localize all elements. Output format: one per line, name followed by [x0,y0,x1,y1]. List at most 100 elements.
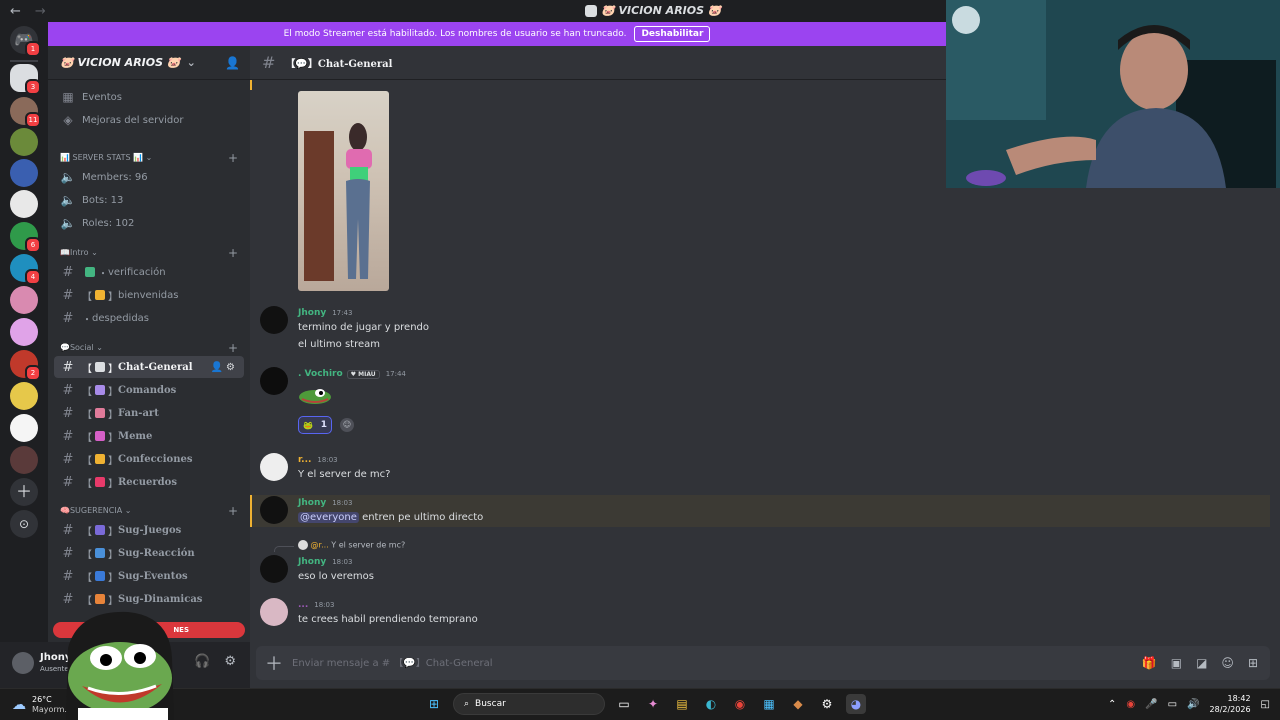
server-badge: 6 [25,237,41,253]
message-author[interactable]: r... 18:03 [298,455,338,465]
avatar[interactable] [260,367,288,395]
notifications-icon[interactable]: ◱ [1261,699,1270,710]
avatar[interactable] [260,453,288,481]
voice-channel-members[interactable]: 🔈 Members: 96 [54,166,244,188]
channel-meme[interactable]: # 【】 Meme [54,425,244,447]
server-icon[interactable]: 6 [10,222,41,253]
store-icon[interactable]: ▦ [759,694,779,714]
task-view-icon[interactable]: ▭ [614,694,634,714]
category-sugerencia[interactable]: 🧠SUGERENCIA ⌄ + [60,504,244,518]
channel-sug-juegos[interactable]: # 【】 Sug-Juegos [54,519,244,541]
message-author[interactable]: Jhony 18:03 [298,557,352,567]
message-author[interactable]: Jhony 18:03 [298,498,352,508]
chrome-icon[interactable]: ◉ [730,694,750,714]
add-reaction-icon[interactable]: ☺ [340,418,354,432]
add-channel-icon[interactable]: + [228,504,238,518]
message-author[interactable]: Jhony 17:43 [298,308,352,318]
channel-despedidas[interactable]: # ・ despedidas [54,307,244,329]
window-title: 🐷 VICION ARIOS 🐷 [585,4,722,17]
image-attachment[interactable] [298,91,389,291]
direct-messages-icon[interactable]: 🎮 1 [10,26,41,57]
channel-recuerdos[interactable]: # 【】 Recuerdos [54,471,244,493]
server-icon[interactable] [10,159,38,187]
message-composer: ＋ 🎁 ▣ ◪ ☺ ⊞ [256,646,1270,680]
invite-people-icon[interactable]: 👤 [225,56,240,70]
sidebar-item-boosts[interactable]: ◈ Mejoras del servidor [54,109,244,131]
invite-icon[interactable]: 👤 [211,362,226,373]
microphone-icon[interactable]: 🎤 [1145,699,1157,710]
server-icon[interactable] [10,128,38,156]
gif-icon[interactable]: ▣ [1171,656,1182,670]
category-server-stats[interactable]: 📊 SERVER STATS 📊 ⌄ + [60,151,244,165]
add-channel-icon[interactable]: + [228,341,238,355]
channel-sug-eventos[interactable]: # 【】 Sug-Eventos [54,565,244,587]
message-author[interactable]: . Vochiro ♥ MIAU 17:44 [298,369,406,379]
pepe-sticker [298,385,332,405]
apps-icon[interactable]: ⊞ [1248,656,1258,670]
message-author[interactable]: ... 18:03 [298,600,334,610]
display-icon[interactable]: ▭ [1168,699,1177,710]
taskbar-search[interactable]: ⌕ Buscar [453,693,605,715]
message-input[interactable] [292,657,1142,669]
category-social[interactable]: 💬Social ⌄ + [60,341,244,355]
server-icon[interactable]: 11 [10,97,41,128]
forward-arrow-icon[interactable]: → [35,4,46,19]
server-icon[interactable] [10,286,38,314]
gift-icon[interactable]: 🎁 [1142,656,1157,670]
speaker-icon: 🔈 [60,216,76,230]
headphones-icon[interactable]: 🎧 [194,654,210,669]
chevron-up-icon[interactable]: ⌃ [1108,699,1116,710]
voice-channel-bots[interactable]: 🔈 Bots: 13 [54,189,244,211]
windows-start-icon[interactable]: ⊞ [424,694,444,714]
voice-channel-roles[interactable]: 🔈 Roles: 102 [54,212,244,234]
add-channel-icon[interactable]: + [228,151,238,165]
discord-taskbar-icon[interactable]: ◕ [846,694,866,714]
server-icon[interactable] [10,382,38,410]
emoji-picker-icon[interactable]: ☺ [1221,656,1234,670]
edge-icon[interactable]: ◐ [701,694,721,714]
disable-streamer-button[interactable]: Deshabilitar [634,26,711,42]
add-channel-icon[interactable]: + [228,246,238,260]
add-server-icon[interactable]: ＋ [10,478,38,506]
add-attachment-icon[interactable]: ＋ [256,650,292,676]
avatar[interactable] [260,496,288,524]
app-icon[interactable]: ◆ [788,694,808,714]
hash-icon: # [62,287,74,303]
avatar[interactable] [12,652,34,674]
server-icon[interactable] [10,414,38,442]
channel-sug-dinamicas[interactable]: # 【】 Sug-Dinamicas [54,588,244,610]
avatar[interactable] [260,598,288,626]
channel-sug-reaccion[interactable]: # 【】 Sug-Reacción [54,542,244,564]
gear-icon[interactable]: ⚙ [224,654,236,669]
channel-verificacion[interactable]: # ・ verificación [54,261,244,283]
server-icon-vicionarios[interactable]: 3 [10,64,41,95]
emoji-icon [95,454,105,464]
gear-icon[interactable]: ⚙ [226,362,238,373]
category-intro[interactable]: 📖Intro ⌄ + [60,246,244,260]
server-icon[interactable] [10,190,38,218]
clock[interactable]: 18:42 28/2/2026 [1210,693,1251,715]
channel-bienvenidas[interactable]: # 【】 bienvenidas [54,284,244,306]
volume-icon[interactable]: 🔊 [1187,699,1199,710]
sticker-icon[interactable]: ◪ [1196,656,1207,670]
server-icon[interactable] [10,446,38,474]
avatar[interactable] [260,555,288,583]
channel-fan-art[interactable]: # 【】 Fan-art [54,402,244,424]
server-icon[interactable] [10,318,38,346]
channel-confecciones[interactable]: # 【】 Confecciones [54,448,244,470]
server-icon[interactable]: 2 [10,350,41,381]
server-name-header[interactable]: 🐷 VICION ARIOS 🐷 ⌄ 👤 [48,46,250,80]
server-icon[interactable]: 4 [10,254,41,285]
app-tray-icon[interactable]: ◉ [1126,699,1135,710]
channel-comandos[interactable]: # 【】 Comandos [54,379,244,401]
sidebar-item-events[interactable]: ▦ Eventos [54,86,244,108]
back-arrow-icon[interactable]: ← [10,4,21,19]
reaction-button[interactable]: 🐸 1 [298,416,332,434]
avatar[interactable] [260,306,288,334]
everyone-mention[interactable]: @everyone [298,512,359,523]
file-explorer-icon[interactable]: ▤ [672,694,692,714]
channel-chat-general[interactable]: # 【】 Chat-General 👤⚙ [54,356,244,378]
explore-servers-icon[interactable]: ⊙ [10,510,38,538]
steam-icon[interactable]: ⚙ [817,694,837,714]
copilot-icon[interactable]: ✦ [643,694,663,714]
